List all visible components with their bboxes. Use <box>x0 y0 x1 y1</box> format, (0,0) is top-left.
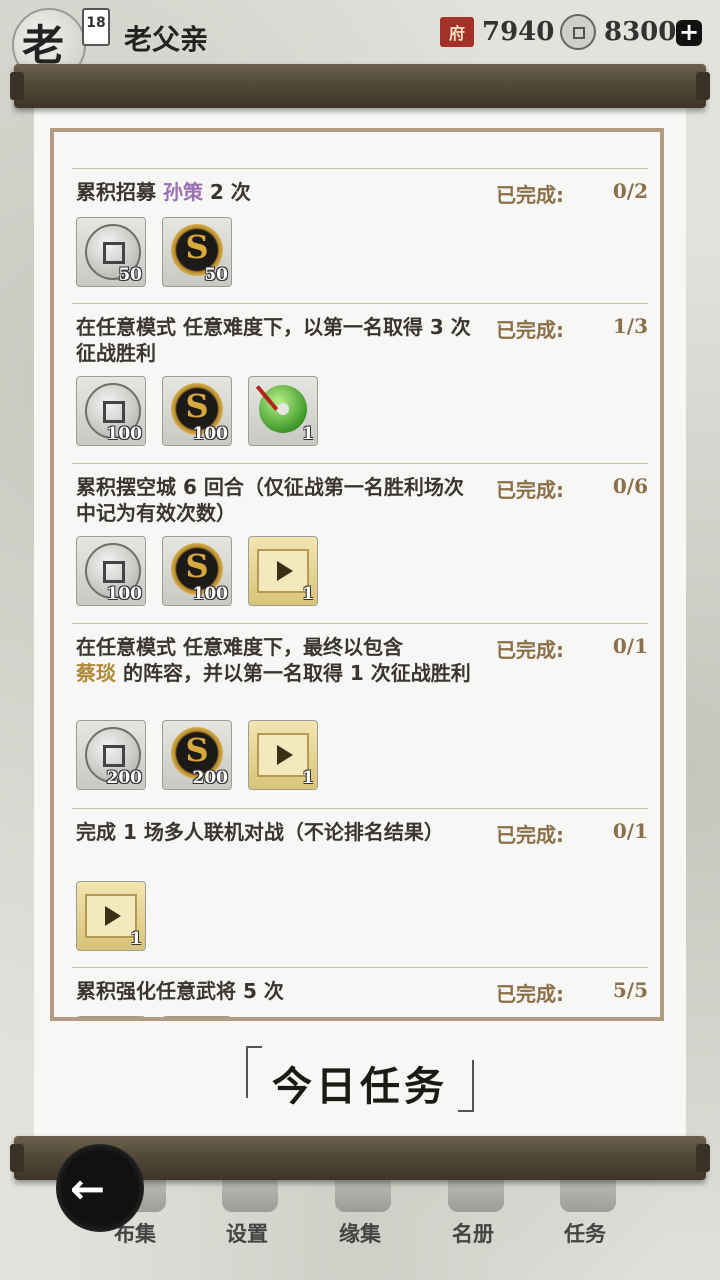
reward-qty: 1 <box>302 768 314 788</box>
reward-qty: 1 <box>130 929 142 949</box>
reward-list: 100 100 1 <box>76 376 334 446</box>
task-description: 在任意模式 任意难度下，以第一名取得 3 次征战胜利 <box>76 315 471 365</box>
task-progress: 5/5 <box>612 978 648 1002</box>
task-description: 在任意模式 任意难度下，最终以包含 蔡琰 的阵容，并以第一名取得 1 次征战胜利 <box>76 635 471 685</box>
task-description: 累积招募 孙策 2 次 <box>76 180 251 204</box>
reward-qty: 100 <box>106 424 143 444</box>
reward-list: 1 <box>76 881 162 951</box>
reward-item[interactable]: 50 <box>76 128 146 132</box>
back-arrow-icon: ← <box>70 1164 106 1213</box>
scroll-rod-top <box>10 64 710 108</box>
reward-qty: 50 <box>204 265 228 285</box>
reward-item[interactable]: 1 <box>248 376 318 446</box>
reward-list: 50 50 <box>76 217 248 287</box>
reward-item[interactable]: 100 <box>162 376 232 446</box>
task-description: 完成 1 场多人联机对战（不论排名结果） <box>76 820 444 844</box>
page-title-text: 今日任务 <box>272 1063 448 1110</box>
task-item: 累积摆空城 6 回合（仅征战第一名胜利场次中记为有效次数） 已完成: 0/6 1… <box>72 464 648 624</box>
task-progress: 0/1 <box>612 634 648 658</box>
reward-list: 50 50 <box>76 128 248 132</box>
task-list-frame[interactable]: 50 50 累积招募 孙策 2 次 已完成: 0/2 50 50 在任意模式 任… <box>50 128 664 1021</box>
task-description: 累积强化任意武将 5 次 <box>76 979 284 1003</box>
reward-qty: 200 <box>192 768 229 788</box>
task-progress: 0/2 <box>612 179 648 203</box>
reward-list <box>76 1016 248 1017</box>
reward-qty: 100 <box>192 424 229 444</box>
task-item: 50 50 <box>72 128 648 169</box>
task-progress: 0/6 <box>612 474 648 498</box>
reward-qty: 100 <box>192 584 229 604</box>
task-list: 50 50 累积招募 孙策 2 次 已完成: 0/2 50 50 在任意模式 任… <box>72 128 648 1017</box>
status-label: 已完成: <box>496 318 564 342</box>
reward-item[interactable] <box>76 1016 146 1017</box>
status-label: 已完成: <box>496 823 564 847</box>
hero-name: 孙策 <box>162 180 203 204</box>
reward-qty: 100 <box>106 584 143 604</box>
currency-fu: 府 7940 <box>440 14 554 50</box>
silver-coin-icon <box>560 14 596 50</box>
reward-qty: 50 <box>204 128 228 130</box>
task-progress: 0/1 <box>612 819 648 843</box>
hero-name: 蔡琰 <box>76 661 116 685</box>
reward-item[interactable]: 50 <box>162 128 232 132</box>
status-label: 已完成: <box>496 982 564 1006</box>
task-progress: 1/3 <box>612 314 648 338</box>
task-item: 累积强化任意武将 5 次 已完成: 5/5 <box>72 968 648 1017</box>
reward-item[interactable]: 1 <box>248 536 318 606</box>
reward-qty: 50 <box>118 128 142 130</box>
reward-item[interactable]: 1 <box>248 720 318 790</box>
reward-qty: 50 <box>118 265 142 285</box>
reward-qty: 1 <box>302 584 314 604</box>
reward-item[interactable]: 1 <box>76 881 146 951</box>
reward-item[interactable]: 200 <box>162 720 232 790</box>
nav-label: 名册 <box>452 1222 494 1246</box>
task-item: 完成 1 场多人联机对战（不论排名结果） 已完成: 0/1 1 <box>72 809 648 968</box>
currency-fu-value: 7940 <box>482 17 555 47</box>
reward-item[interactable]: 200 <box>76 720 146 790</box>
currency-coin: 8300 <box>560 14 676 50</box>
add-currency-button[interactable]: + <box>676 20 702 46</box>
mansion-token-icon: 府 <box>440 17 474 47</box>
task-item: 累积招募 孙策 2 次 已完成: 0/2 50 50 <box>72 169 648 304</box>
nav-label: 缘集 <box>339 1222 381 1246</box>
status-label: 已完成: <box>496 478 564 502</box>
nav-label: 任务 <box>564 1222 606 1246</box>
reward-list: 100 100 1 <box>76 536 334 606</box>
reward-item[interactable]: 50 <box>162 217 232 287</box>
task-description: 累积摆空城 6 回合（仅征战第一名胜利场次中记为有效次数） <box>76 475 464 525</box>
reward-item[interactable] <box>162 1016 232 1017</box>
back-button[interactable]: ← <box>56 1144 144 1232</box>
reward-list: 200 200 1 <box>76 720 334 790</box>
reward-qty: 200 <box>106 768 143 788</box>
level-badge: 18 <box>82 8 110 46</box>
jade-pendant-icon <box>259 385 307 433</box>
task-item: 在任意模式 任意难度下，以第一名取得 3 次征战胜利 已完成: 1/3 100 … <box>72 304 648 464</box>
reward-qty: 1 <box>302 424 314 444</box>
reward-item[interactable]: 100 <box>76 376 146 446</box>
task-item: 在任意模式 任意难度下，最终以包含 蔡琰 的阵容，并以第一名取得 1 次征战胜利 … <box>72 624 648 809</box>
reward-item[interactable]: 100 <box>76 536 146 606</box>
currency-coin-value: 8300 <box>604 17 677 47</box>
player-name: 老父亲 <box>124 23 209 56</box>
top-bar: 老 18 老父亲 府 7940 8300 + <box>0 0 720 82</box>
nav-label: 设置 <box>226 1222 268 1246</box>
status-label: 已完成: <box>496 183 564 207</box>
page-title: 今日任务 <box>246 1046 474 1112</box>
reward-item[interactable]: 100 <box>162 536 232 606</box>
status-label: 已完成: <box>496 638 564 662</box>
reward-item[interactable]: 50 <box>76 217 146 287</box>
